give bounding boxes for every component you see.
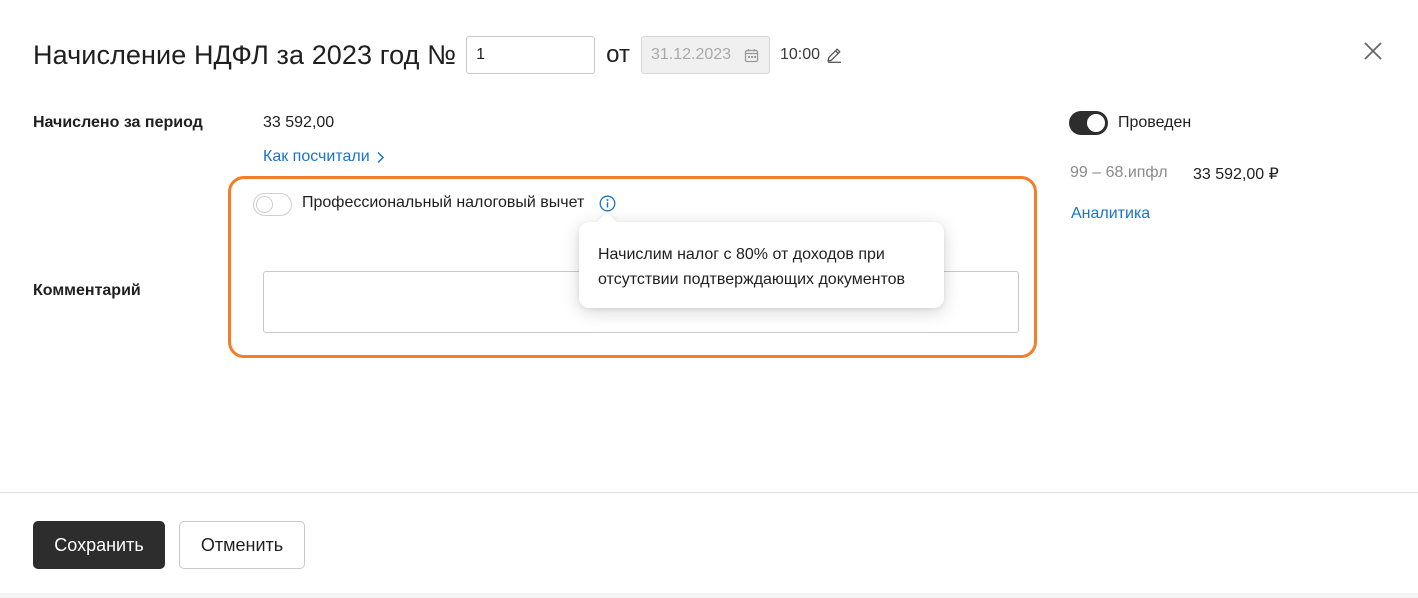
date-field[interactable]: 31.12.2023 — [640, 36, 770, 74]
how-calculated-link[interactable]: Как посчитали — [263, 148, 385, 166]
footer-divider — [0, 492, 1418, 493]
account-code: 99 – 68.ипфл — [1070, 164, 1168, 181]
accrued-value: 33 592,00 — [263, 114, 335, 131]
info-icon[interactable] — [599, 195, 616, 212]
comment-label: Комментарий — [33, 282, 141, 299]
save-button[interactable]: Сохранить — [33, 521, 165, 569]
posting-amount: 33 592,00 ₽ — [1193, 166, 1279, 183]
toggle-knob — [256, 196, 273, 213]
date-prefix: от — [606, 41, 630, 68]
prof-deduction-label: Профессиональный налоговый вычет — [302, 194, 585, 211]
tooltip-text: Начислим налог с 80% от доходов при отсу… — [598, 246, 905, 288]
close-icon[interactable] — [1362, 40, 1384, 62]
toggle-knob — [1087, 114, 1105, 132]
prof-deduction-toggle[interactable] — [253, 193, 292, 216]
footer-edge — [0, 593, 1418, 598]
pencil-icon[interactable] — [825, 46, 843, 64]
how-calculated-text: Как посчитали — [263, 148, 370, 165]
dialog-header: Начисление НДФЛ за 2023 год № от 31.12.2… — [33, 36, 843, 74]
cancel-button[interactable]: Отменить — [179, 521, 305, 569]
calendar-icon[interactable] — [744, 47, 760, 63]
chevron-right-icon — [376, 151, 385, 164]
document-number-input[interactable] — [466, 36, 596, 74]
accrued-label: Начислено за период — [33, 114, 203, 131]
date-value: 31.12.2023 — [650, 46, 732, 63]
analytics-link[interactable]: Аналитика — [1071, 205, 1150, 223]
posted-label: Проведен — [1118, 114, 1192, 131]
info-tooltip: Начислим налог с 80% от доходов при отсу… — [579, 212, 944, 308]
time-value: 10:00 — [779, 46, 821, 63]
posted-toggle[interactable] — [1069, 111, 1108, 135]
page-title: Начисление НДФЛ за 2023 год № — [33, 39, 457, 70]
